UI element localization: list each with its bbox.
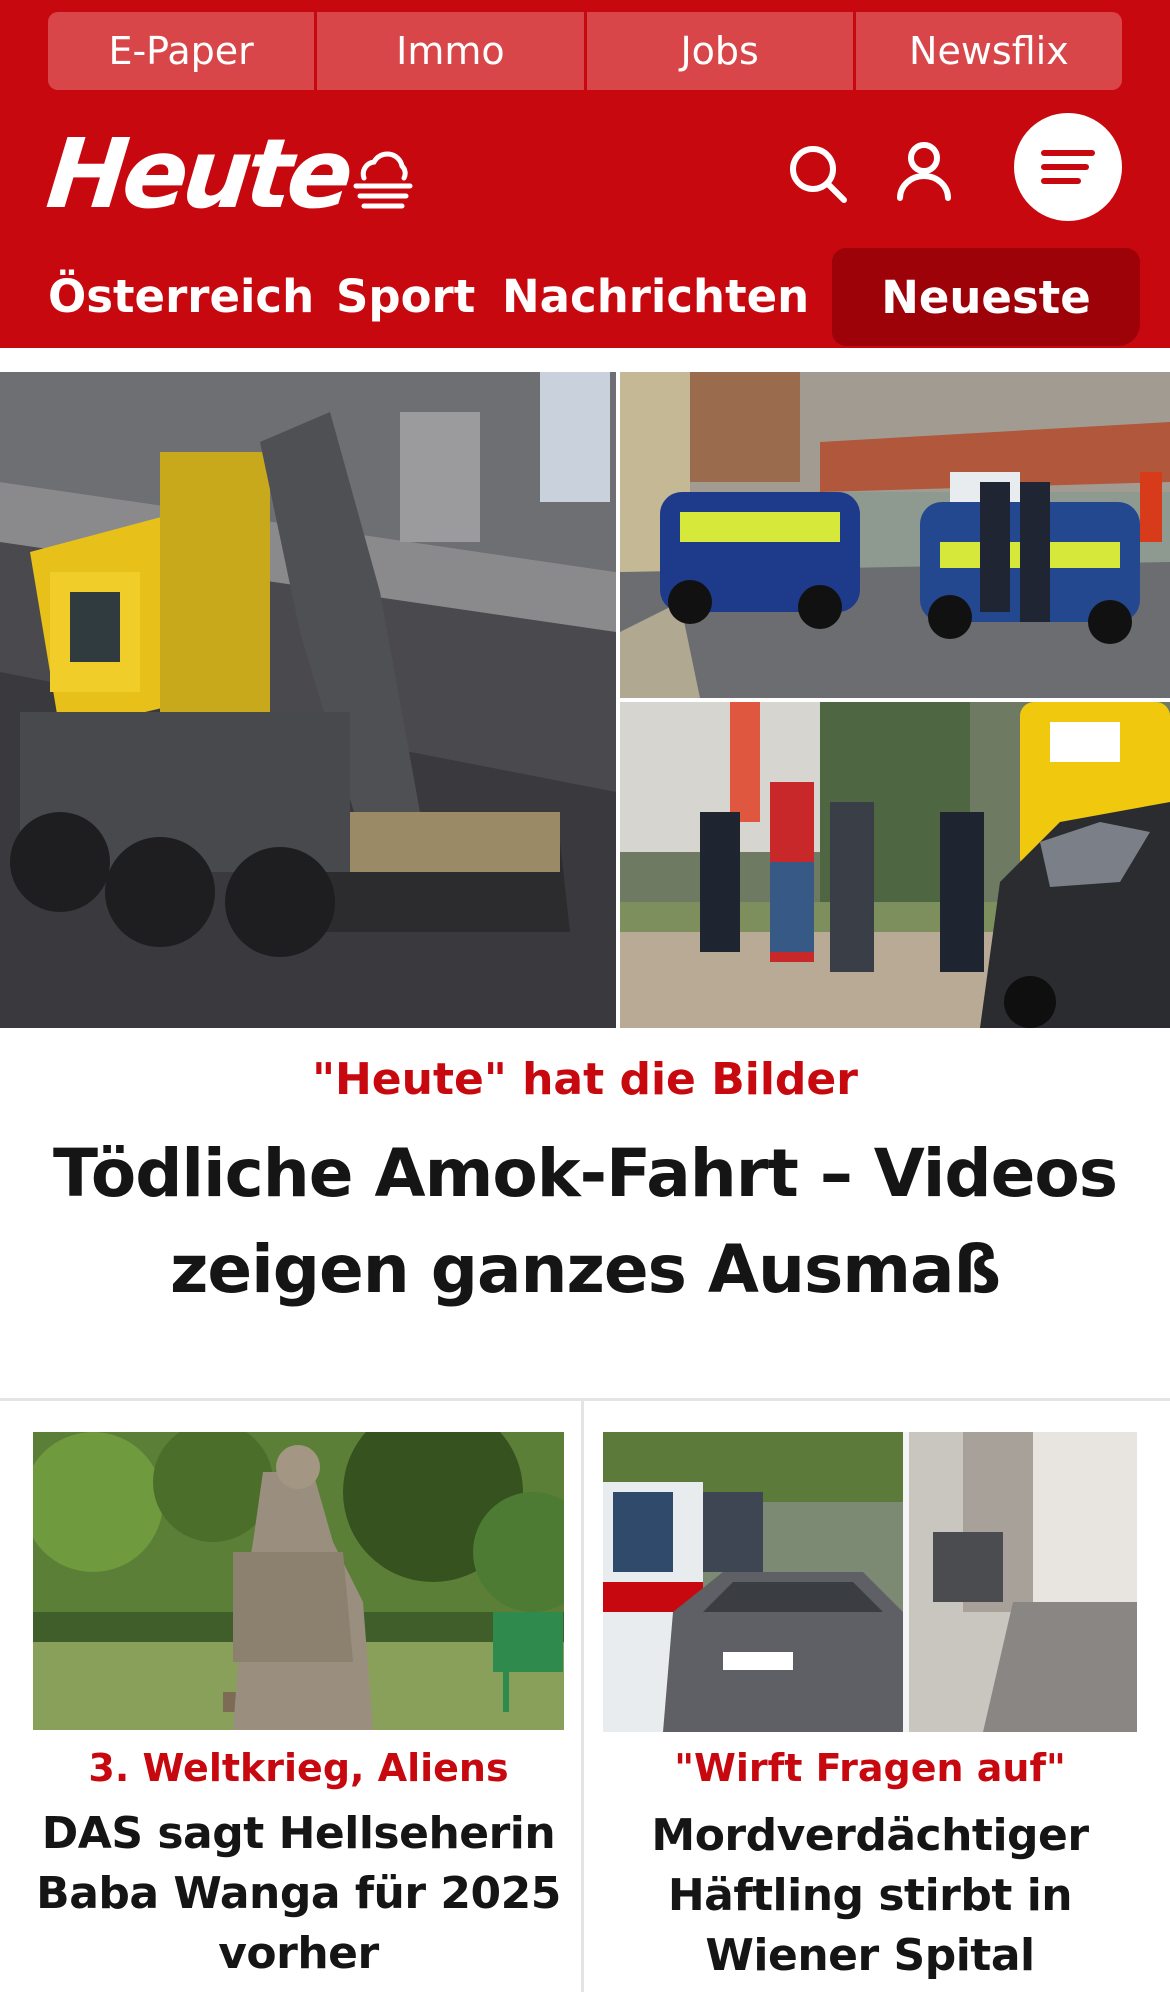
weather-icon[interactable] <box>346 144 420 218</box>
top-link-epaper[interactable]: E-Paper <box>48 12 315 90</box>
site-header: E-Paper Immo Jobs Newsflix Heute Österre… <box>0 0 1170 348</box>
menu-button[interactable] <box>1014 113 1122 221</box>
card-image-statue[interactable] <box>33 1432 564 1730</box>
hero-kicker[interactable]: "Heute" hat die Bilder <box>0 1054 1170 1105</box>
card-image-police-scene[interactable] <box>603 1432 1137 1732</box>
top-link-newsflix[interactable]: Newsflix <box>855 12 1122 90</box>
column-divider <box>581 1400 584 1992</box>
user-icon[interactable] <box>892 138 956 202</box>
top-links-bar: E-Paper Immo Jobs Newsflix <box>48 12 1122 90</box>
menu-icon <box>1041 150 1095 184</box>
search-icon[interactable] <box>786 142 850 206</box>
logo-row: Heute <box>0 110 1170 230</box>
hero-image-police-cars <box>620 372 1170 698</box>
hero-image-excavator <box>0 372 616 1028</box>
site-logo[interactable]: Heute <box>42 118 354 230</box>
hero-image-crime-scene <box>620 702 1170 1028</box>
hero-headline[interactable]: Tödliche Amok-Fahrt – Videos zeigen ganz… <box>50 1126 1120 1318</box>
nav-oesterreich[interactable]: Österreich <box>48 270 314 323</box>
card-2-kicker[interactable]: "Wirft Fragen auf" <box>603 1746 1137 1790</box>
hero-image-collage[interactable] <box>0 372 1170 1028</box>
nav-nachrichten[interactable]: Nachrichten <box>502 270 809 323</box>
card-1-headline[interactable]: DAS sagt Hellseherin Baba Wanga für 2025… <box>33 1804 564 1984</box>
top-link-jobs[interactable]: Jobs <box>586 12 853 90</box>
card-2-headline[interactable]: Mordverdächtiger Häftling stirbt in Wien… <box>603 1806 1137 1986</box>
section-divider <box>0 1398 1170 1401</box>
nav-sport[interactable]: Sport <box>336 270 475 323</box>
main-nav: Österreich Sport Nachrichten Neueste <box>0 246 1170 346</box>
nav-neueste-tab[interactable]: Neueste <box>832 248 1140 346</box>
top-link-immo[interactable]: Immo <box>317 12 584 90</box>
card-1-kicker[interactable]: 3. Weltkrieg, Aliens <box>33 1746 564 1790</box>
